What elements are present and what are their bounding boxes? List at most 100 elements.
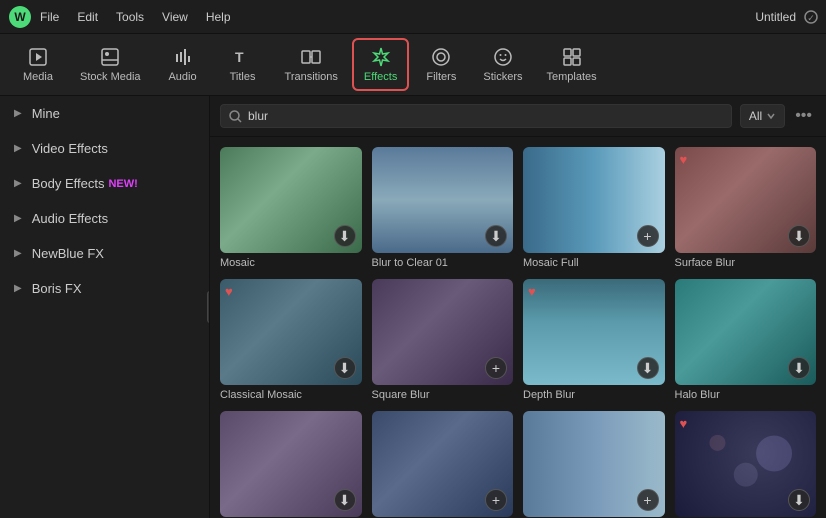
svg-text:T: T	[235, 49, 244, 65]
grid-label-square-blur: Square Blur	[372, 389, 514, 401]
toolbar-effects[interactable]: Effects	[352, 38, 409, 91]
sidebar-item-video-effects-label: Video Effects	[32, 141, 108, 156]
title-right: Untitled ✓	[755, 10, 818, 24]
grid-thumb-urban-bokeh: ♥⬇	[675, 411, 817, 517]
grid-item-urban-bokeh[interactable]: ♥⬇ Urban Bokeh	[675, 411, 817, 518]
grid-thumb-mosaic-face: ⬇	[220, 411, 362, 517]
grid-label-mosaic-full: Mosaic Full	[523, 257, 665, 269]
toolbar-stickers-label: Stickers	[483, 71, 522, 83]
app-logo: W	[8, 5, 32, 29]
toolbar-effects-label: Effects	[364, 71, 397, 83]
toolbar-stock-media[interactable]: Stock Media	[70, 40, 151, 89]
sidebar-item-audio-effects[interactable]: ▶ Audio Effects	[0, 201, 209, 236]
sidebar-item-video-effects[interactable]: ▶ Video Effects	[0, 131, 209, 166]
grid-label-mosaic: Mosaic	[220, 257, 362, 269]
toolbar-titles-label: Titles	[230, 71, 256, 83]
grid-item-mosaic-full[interactable]: + Mosaic Full	[523, 147, 665, 269]
add-button[interactable]: +	[485, 357, 507, 379]
new-badge: NEW!	[108, 178, 137, 190]
add-button[interactable]: +	[485, 489, 507, 511]
chevron-icon: ▶	[14, 248, 22, 259]
grid-item-radial-blur[interactable]: +Radial Blur	[523, 411, 665, 518]
toolbar-media[interactable]: Media	[10, 40, 66, 89]
menu-view[interactable]: View	[162, 10, 188, 24]
sidebar-item-newblue-fx[interactable]: ▶ NewBlue FX	[0, 236, 209, 271]
download-button[interactable]: ⬇	[788, 357, 810, 379]
toolbar-audio[interactable]: Audio	[155, 40, 211, 89]
search-controls: All •••	[740, 104, 816, 128]
grid-item-mosaic[interactable]: ⬇ Mosaic	[220, 147, 362, 269]
sidebar-item-mine-label: Mine	[32, 106, 60, 121]
chevron-down-icon	[766, 111, 776, 121]
download-button[interactable]: ⬇	[334, 357, 356, 379]
toolbar-transitions-label: Transitions	[285, 71, 338, 83]
add-button[interactable]: +	[637, 225, 659, 247]
menu-tools[interactable]: Tools	[116, 10, 144, 24]
toolbar-titles[interactable]: T Titles	[215, 40, 271, 89]
menu-bar: File Edit Tools View Help	[40, 10, 755, 24]
grid-item-square-blur[interactable]: + Square Blur	[372, 279, 514, 401]
grid-label-depth-blur: Depth Blur	[523, 389, 665, 401]
download-button[interactable]: ⬇	[637, 357, 659, 379]
grid-thumb-mosaic-full: +	[523, 147, 665, 253]
grid-item-depth-blur[interactable]: ♥⬇ Depth Blur	[523, 279, 665, 401]
add-button[interactable]: +	[637, 489, 659, 511]
toolbar-filters-label: Filters	[426, 71, 456, 83]
content-area: All ••• ⬇ Mosaic ⬇ Blur to Clear 01 + Mosaic …	[210, 96, 826, 518]
grid-label-halo-blur: Halo Blur	[675, 389, 817, 401]
chevron-icon: ▶	[14, 283, 22, 294]
grid-thumb-halo-blur: ⬇	[675, 279, 817, 385]
grid-label-surface-blur: Surface Blur	[675, 257, 817, 269]
grid-thumb-radial-blur: +	[523, 411, 665, 517]
sidebar-item-boris-fx-label: Boris FX	[32, 281, 82, 296]
sidebar: ▶ Mine ▶ Video Effects ▶ Body Effects NE…	[0, 96, 210, 518]
filter-dropdown[interactable]: All	[740, 104, 785, 128]
chevron-icon: ▶	[14, 143, 22, 154]
search-icon	[229, 110, 242, 123]
toolbar-stickers[interactable]: Stickers	[473, 40, 532, 89]
sidebar-item-mine[interactable]: ▶ Mine	[0, 96, 209, 131]
sidebar-item-body-effects[interactable]: ▶ Body Effects NEW!	[0, 166, 209, 201]
download-button[interactable]: ⬇	[788, 225, 810, 247]
chevron-icon: ▶	[14, 213, 22, 224]
grid-item-face-off[interactable]: +Face-off	[372, 411, 514, 518]
menu-help[interactable]: Help	[206, 10, 231, 24]
grid-item-blur-to-clear[interactable]: ⬇ Blur to Clear 01	[372, 147, 514, 269]
sidebar-item-audio-effects-label: Audio Effects	[32, 211, 108, 226]
grid-item-halo-blur[interactable]: ⬇ Halo Blur	[675, 279, 817, 401]
toolbar-audio-label: Audio	[168, 71, 196, 83]
heart-icon: ♥	[680, 152, 688, 167]
toolbar-templates[interactable]: Templates	[536, 40, 606, 89]
search-box[interactable]	[220, 104, 732, 128]
grid-item-classical-mosaic[interactable]: ♥⬇Classical Mosaic	[220, 279, 362, 401]
toolbar-transitions[interactable]: Transitions	[275, 40, 348, 89]
effects-grid: ⬇Mosaic⬇Blur to Clear 01+Mosaic Full♥⬇Su…	[210, 137, 826, 518]
menu-edit[interactable]: Edit	[77, 10, 98, 24]
download-button[interactable]: ⬇	[485, 225, 507, 247]
chevron-icon: ▶	[14, 108, 22, 119]
grid-thumb-face-off: +	[372, 411, 514, 517]
sidebar-collapse-button[interactable]: ‹	[207, 291, 210, 323]
grid-item-surface-blur[interactable]: ♥⬇Surface Blur	[675, 147, 817, 269]
toolbar: Media Stock Media Audio T Titles Transit…	[0, 34, 826, 96]
search-input[interactable]	[248, 109, 723, 123]
menu-file[interactable]: File	[40, 10, 59, 24]
download-button[interactable]: ⬇	[334, 225, 356, 247]
svg-text:✓: ✓	[807, 13, 815, 23]
grid-thumb-surface-blur: ♥⬇	[675, 147, 817, 253]
more-options-button[interactable]: •••	[791, 105, 816, 127]
titlebar: W File Edit Tools View Help Untitled ✓	[0, 0, 826, 34]
grid-item-mosaic-face[interactable]: ⬇Mosaic Face	[220, 411, 362, 518]
grid-thumb-blur-to-clear: ⬇	[372, 147, 514, 253]
window-title: Untitled	[755, 10, 796, 24]
grid-thumb-depth-blur: ♥⬇	[523, 279, 665, 385]
grid-label-blur-to-clear: Blur to Clear 01	[372, 257, 514, 269]
filter-label: All	[749, 109, 762, 123]
grid-thumb-square-blur: +	[372, 279, 514, 385]
toolbar-stock-label: Stock Media	[80, 71, 141, 83]
download-button[interactable]: ⬇	[334, 489, 356, 511]
verified-icon: ✓	[804, 10, 818, 24]
toolbar-filters[interactable]: Filters	[413, 40, 469, 89]
sidebar-item-boris-fx[interactable]: ▶ Boris FX	[0, 271, 209, 306]
grid-thumb-classical-mosaic: ♥⬇	[220, 279, 362, 385]
